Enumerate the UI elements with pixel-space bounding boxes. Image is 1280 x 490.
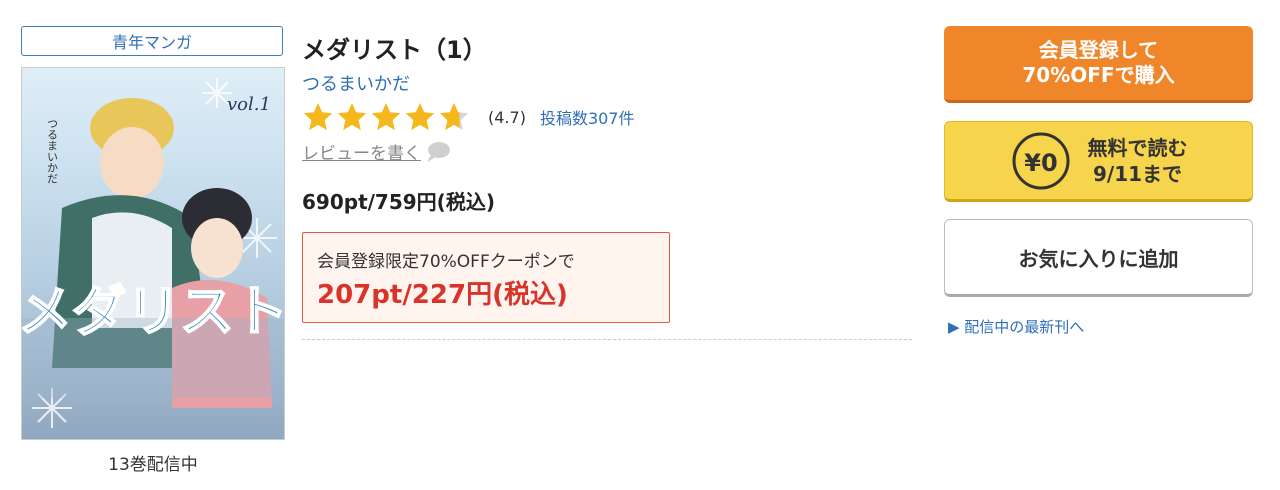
favorites-label: お気に入りに追加 (1018, 246, 1179, 271)
buy-button-line1: 会員登録して (1038, 38, 1159, 62)
latest-volume-link[interactable]: ▶ 配信中の最新刊へ (948, 316, 1084, 337)
free-button-line1: 無料で読む (1087, 135, 1188, 160)
book-price: 690pt/759円(税込) (302, 190, 495, 214)
coupon-box: 会員登録限定70%OFFクーポンで 207pt/227円(税込) (302, 232, 670, 323)
speech-bubble-icon (427, 141, 450, 162)
volumes-available-label: 13巻配信中 (108, 455, 198, 475)
book-title: メダリスト（1） (302, 36, 487, 64)
cover-logo: メダリスト (22, 280, 284, 343)
star-icon (405, 103, 435, 130)
add-to-favorites-button[interactable]: お気に入りに追加 (944, 219, 1253, 297)
cover-author: つるまいかだ (46, 118, 59, 184)
yen-zero-icon: ¥0 (1012, 132, 1069, 189)
star-icon (439, 103, 469, 130)
star-icon (303, 103, 333, 130)
write-review-label: レビューを書く (302, 144, 421, 164)
review-count-link[interactable]: 投稿数307件 (540, 105, 635, 129)
read-free-button[interactable]: ¥0 無料で読む 9/11まで (944, 121, 1253, 202)
rating-value: (4.7) (488, 107, 526, 127)
rating-stars (302, 101, 470, 133)
book-cover-image[interactable]: メダリスト つるまいかだ vol.1 (21, 67, 285, 440)
author-link[interactable]: つるまいかだ (302, 70, 410, 96)
svg-text:¥0: ¥0 (1024, 149, 1057, 177)
register-and-buy-button[interactable]: 会員登録して 70%OFFで購入 (944, 26, 1253, 103)
cover-volume: vol.1 (227, 94, 271, 115)
cover-art: メダリスト つるまいかだ vol.1 (22, 78, 284, 428)
coupon-price: 207pt/227円(税込) (317, 280, 568, 310)
rating-row: (4.7) 投稿数307件 (302, 100, 634, 134)
star-icon (337, 103, 367, 130)
star-icon (371, 103, 401, 130)
divider (302, 339, 912, 340)
genre-tag-link[interactable]: 青年マンガ (21, 26, 283, 56)
write-review-link[interactable]: レビューを書く (302, 139, 451, 164)
free-button-line2: 9/11まで (1092, 161, 1183, 186)
coupon-label: 会員登録限定70%OFFクーポンで (317, 252, 575, 272)
buy-button-line2: 70%OFFで購入 (1022, 63, 1175, 87)
